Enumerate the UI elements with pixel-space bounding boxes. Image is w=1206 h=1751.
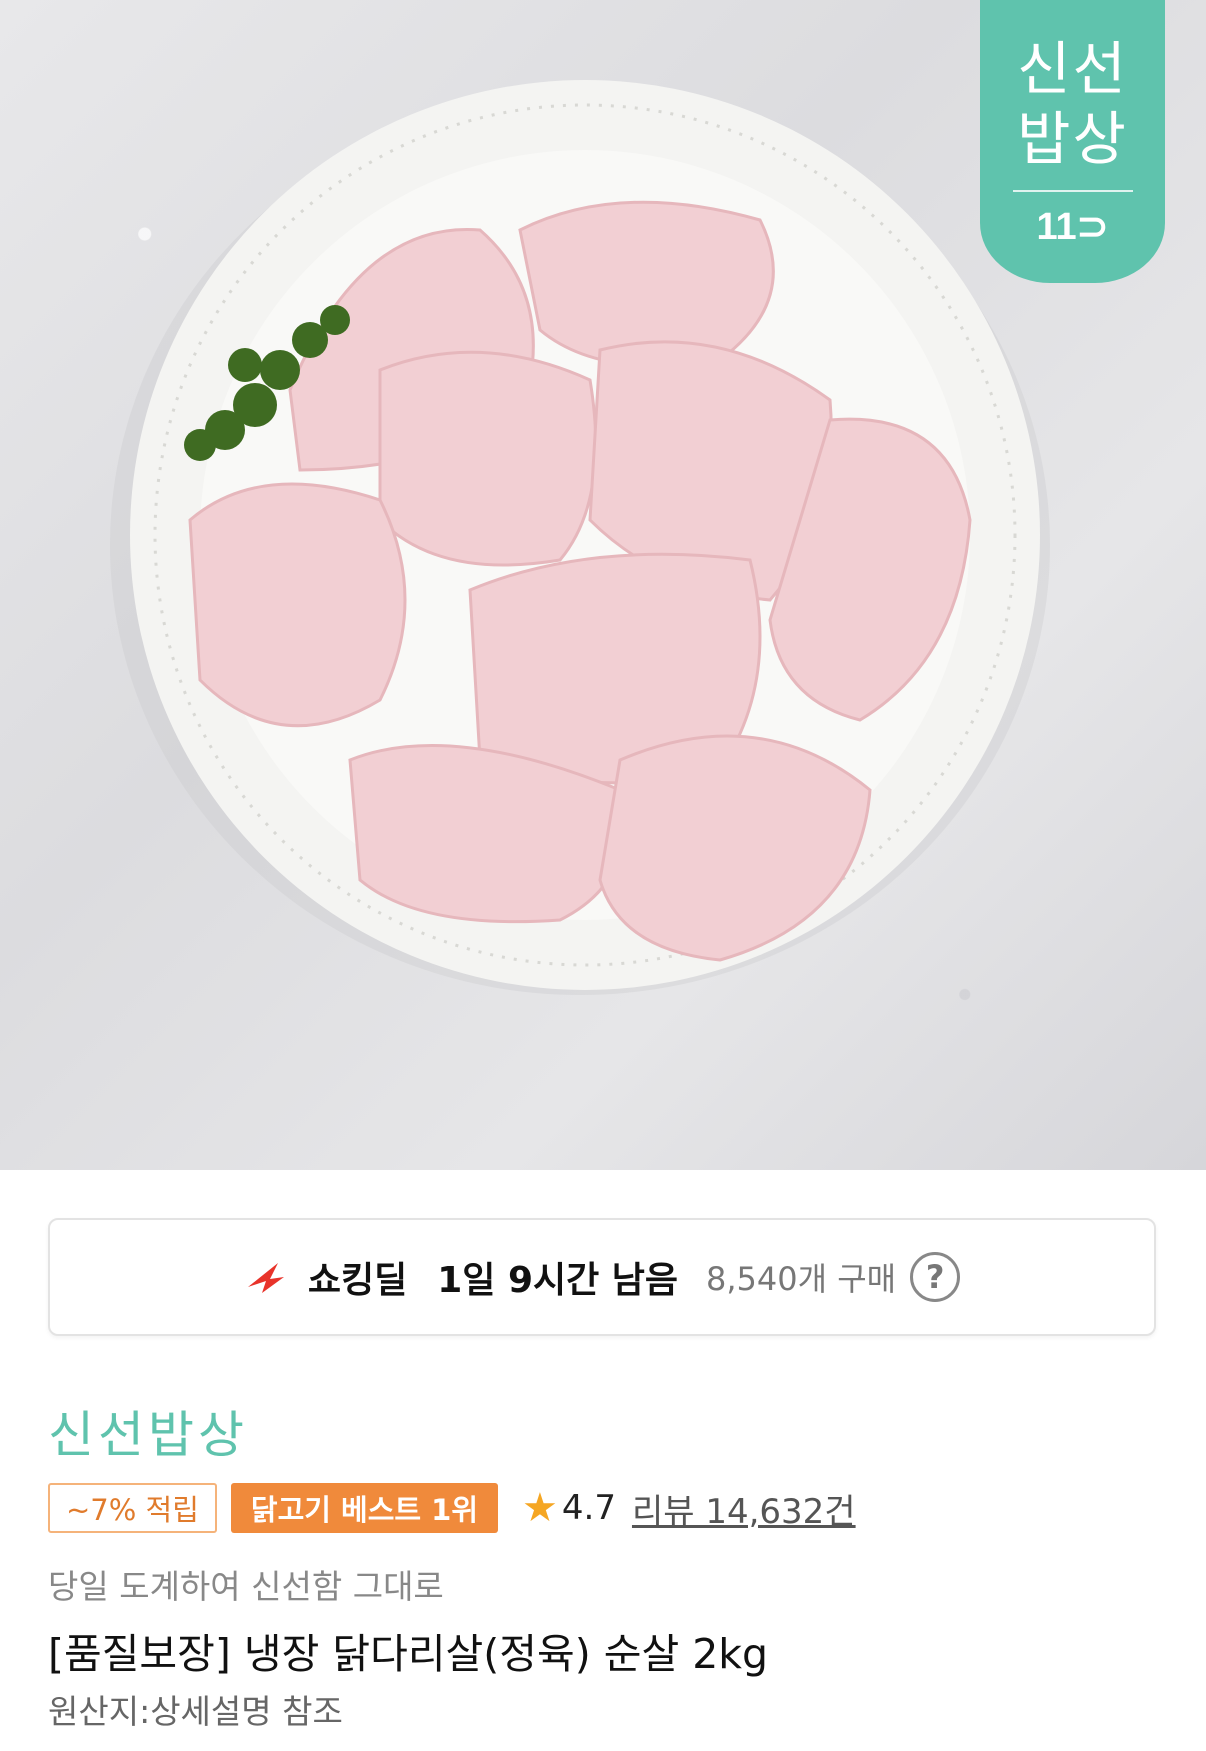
points-badge: ~7% 적립	[48, 1483, 217, 1533]
review-count-link[interactable]: 리뷰 14,632건	[632, 1484, 856, 1533]
product-subtitle: 당일 도계하여 신선함 그대로	[48, 1567, 444, 1606]
deal-label: 쇼킹딜	[307, 1260, 408, 1301]
seller-name[interactable]: 신선밥상	[48, 1395, 248, 1467]
rating-score: 4.7	[561, 1488, 616, 1528]
deal-timer: 1일 9시간 남음	[437, 1260, 679, 1301]
brand-badge-line1: 신선	[1017, 35, 1128, 103]
brand-badge-divider	[1012, 190, 1133, 192]
best-rank-badge[interactable]: 닭고기 베스트 1위	[230, 1483, 499, 1533]
purchase-count: 8,540개 구매	[706, 1260, 897, 1298]
eleven-street-logo: 11⊃	[1036, 206, 1109, 248]
product-badges: ~7% 적립 닭고기 베스트 1위 ★ 4.7 리뷰 14,632건	[48, 1483, 856, 1533]
product-image[interactable]: 신선 밥상 11⊃	[0, 0, 1206, 1170]
product-title: [품질보장] 냉장 닭다리살(정육) 순살 2kg	[48, 1630, 769, 1678]
shocking-deal-bolt-icon	[247, 1263, 284, 1293]
origin-info: 원산지:상세설명 참조	[48, 1692, 343, 1731]
star-icon: ★	[522, 1485, 558, 1531]
shocking-deal-bar[interactable]: 쇼킹딜 1일 9시간 남음 8,540개 구매 ?	[48, 1218, 1156, 1336]
brand-badge: 신선 밥상 11⊃	[980, 0, 1165, 283]
help-icon[interactable]: ?	[910, 1252, 961, 1302]
brand-badge-line2: 밥상	[1017, 105, 1128, 173]
rating: ★ 4.7 리뷰 14,632건	[522, 1484, 856, 1533]
